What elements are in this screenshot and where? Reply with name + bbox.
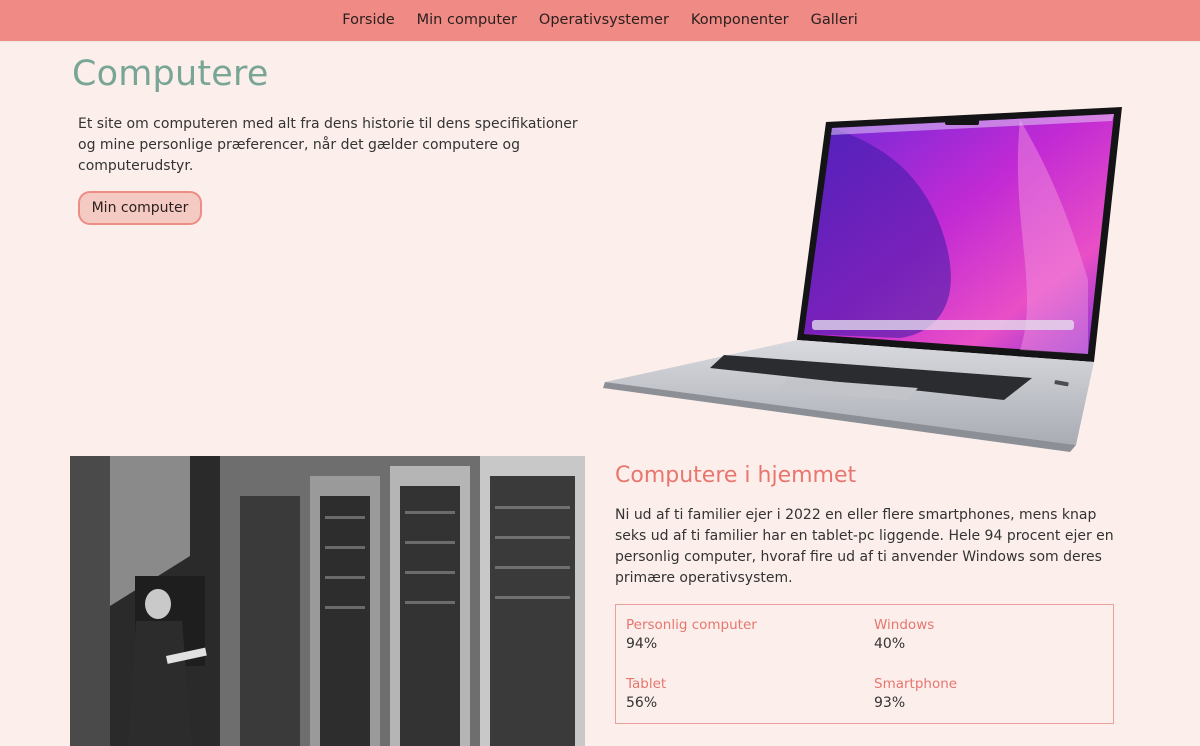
page-title: Computere	[72, 54, 269, 94]
stat-value: 94%	[626, 636, 658, 652]
nav-link-operativsystemer[interactable]: Operativsystemer	[539, 0, 669, 41]
stat-label: Tablet	[626, 676, 667, 692]
stat-windows: Windows 40%	[874, 616, 1104, 654]
section-title: Computere i hjemmet	[615, 463, 857, 488]
stat-smartphone: Smartphone 93%	[874, 675, 1104, 713]
laptop-image	[603, 107, 1122, 452]
section-text: Ni ud af ti familier ejer i 2022 en elle…	[615, 507, 1114, 586]
stat-value: 40%	[874, 636, 906, 652]
stats-box: Personlig computer 94% Windows 40% Table…	[615, 604, 1114, 724]
stat-personal-computer: Personlig computer 94%	[626, 616, 856, 654]
historic-computer-photo	[70, 456, 585, 746]
stat-value: 93%	[874, 695, 906, 711]
nav-link-forside[interactable]: Forside	[342, 0, 394, 41]
nav-link-komponenter[interactable]: Komponenter	[691, 0, 789, 41]
min-computer-button[interactable]: Min computer	[78, 191, 202, 225]
stat-value: 56%	[626, 695, 658, 711]
top-navigation: Forside Min computer Operativsystemer Ko…	[0, 0, 1200, 41]
stat-label: Windows	[874, 617, 935, 633]
stat-label: Smartphone	[874, 676, 958, 692]
stat-tablet: Tablet 56%	[626, 675, 856, 713]
intro-text: Et site om computeren med alt fra dens h…	[78, 116, 578, 174]
nav-link-galleri[interactable]: Galleri	[811, 0, 858, 41]
stat-label: Personlig computer	[626, 617, 757, 633]
nav-link-min-computer[interactable]: Min computer	[417, 0, 517, 41]
